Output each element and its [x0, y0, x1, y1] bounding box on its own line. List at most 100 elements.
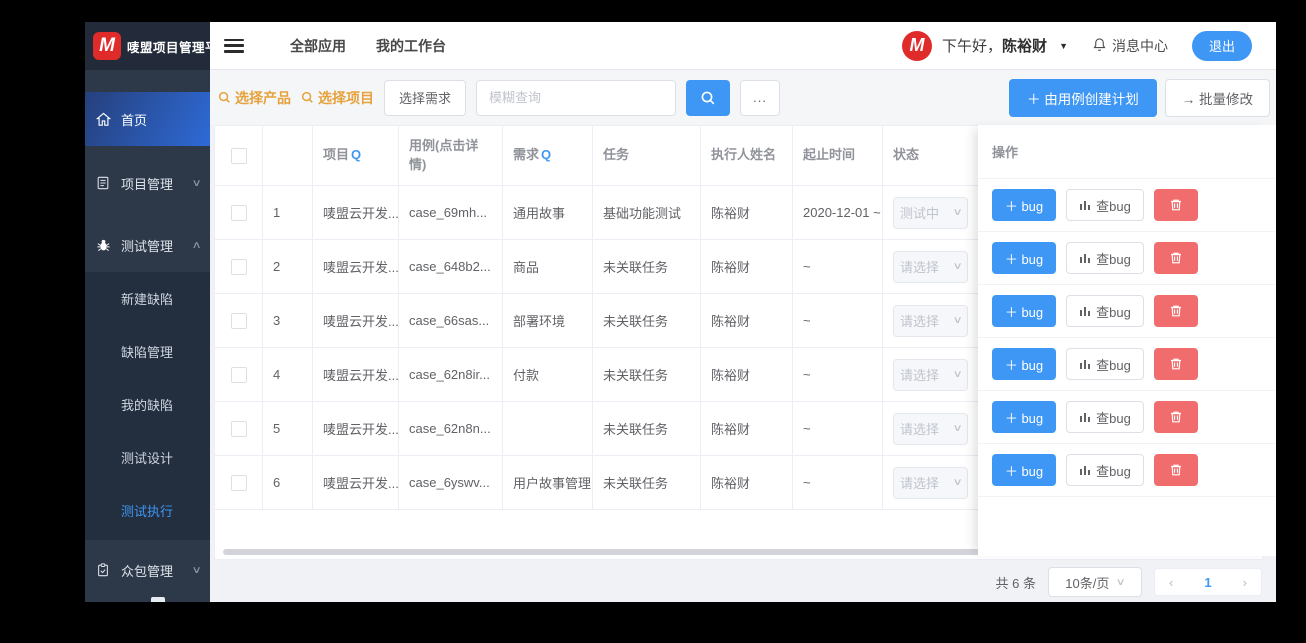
bug-icon — [95, 237, 111, 253]
cell-requirement: 商品 — [503, 240, 593, 293]
current-page-button[interactable]: 1 — [1204, 575, 1211, 590]
chevron-down-icon: ∨ — [952, 315, 963, 326]
view-bug-button[interactable]: 查bug — [1066, 401, 1144, 433]
user-menu-caret-icon[interactable]: ▼ — [1059, 41, 1068, 51]
prev-page-button[interactable]: ‹ — [1169, 575, 1173, 590]
cell-case[interactable]: case_66sas... — [399, 294, 503, 347]
batch-edit-button[interactable]: → 批量修改 — [1164, 78, 1270, 117]
search-button[interactable] — [686, 79, 731, 116]
header-cell-project[interactable]: 项目 Q — [313, 126, 399, 185]
sidebar-item-test-design[interactable]: 测试设计 — [85, 431, 210, 484]
row-checkbox[interactable] — [230, 420, 247, 437]
page-size-select[interactable]: 10条/页 ∨ — [1048, 567, 1142, 597]
nav-all-apps[interactable]: 全部应用 — [290, 36, 346, 56]
cell-case[interactable]: case_6yswv... — [399, 456, 503, 509]
filter-q-icon[interactable]: Q — [351, 146, 361, 164]
view-bug-button[interactable]: 查bug — [1066, 242, 1144, 274]
status-select[interactable]: 请选择 ∨ — [893, 466, 968, 499]
screenshot-stage: M 唛盟项目管理平台 首页 项目管理 ∨ 测试管理 — [0, 0, 1306, 643]
cell-executor: 陈裕财 — [701, 240, 793, 293]
user-greeting[interactable]: 下午好，陈裕财 — [942, 35, 1047, 56]
cell-executor: 陈裕财 — [701, 456, 793, 509]
sidebar-item-new-defect[interactable]: 新建缺陷 — [85, 272, 210, 325]
page-size-label: 10条/页 — [1065, 575, 1110, 591]
status-select[interactable]: 请选择 ∨ — [893, 412, 968, 445]
trash-icon — [1171, 358, 1181, 370]
nav-my-workbench[interactable]: 我的工作台 — [376, 36, 446, 56]
sidebar-item-test-execution[interactable]: 测试执行 — [85, 484, 210, 537]
status-select[interactable]: 请选择 ∨ — [893, 358, 968, 391]
filter-q-icon[interactable]: Q — [541, 146, 551, 164]
select-product-link[interactable]: 选择产品 — [218, 88, 291, 108]
view-bug-button[interactable]: 查bug — [1066, 295, 1144, 327]
bar-chart-icon — [1080, 466, 1091, 475]
cell-case[interactable]: case_648b2... — [399, 240, 503, 293]
chevron-up-icon: ∧ — [191, 239, 202, 251]
logout-button[interactable]: 退出 — [1191, 30, 1252, 61]
cell-case[interactable]: case_69mh... — [399, 186, 503, 239]
add-bug-button[interactable]: ＋ bug — [992, 295, 1056, 327]
chevron-down-icon: ∨ — [952, 477, 963, 488]
fuzzy-search-input[interactable] — [476, 79, 677, 116]
cell-status: 请选择 ∨ — [883, 402, 979, 455]
header-cell-requirement[interactable]: 需求 Q — [503, 126, 593, 185]
sidebar-item-defect-mgmt[interactable]: 缺陷管理 — [85, 325, 210, 378]
select-requirement-button[interactable]: 选择需求 — [384, 79, 467, 116]
cell-task: 未关联任务 — [593, 402, 701, 455]
create-plan-button[interactable]: ＋ 由用例创建计划 — [1008, 78, 1157, 117]
hamburger-menu-icon[interactable] — [224, 38, 244, 53]
operations-row: ＋ bug 查bug — [978, 179, 1276, 232]
top-nav: 全部应用 我的工作台 — [290, 36, 446, 56]
add-bug-button[interactable]: ＋ bug — [992, 242, 1056, 274]
row-checkbox[interactable] — [230, 474, 247, 491]
avatar[interactable]: M — [902, 30, 933, 61]
add-bug-button[interactable]: ＋ bug — [992, 401, 1056, 433]
cell-dates: ~ — [793, 402, 883, 455]
chevron-down-icon: ∨ — [952, 369, 963, 380]
row-checkbox[interactable] — [230, 366, 247, 383]
view-bug-button[interactable]: 查bug — [1066, 189, 1144, 221]
row-checkbox[interactable] — [230, 204, 247, 221]
sidebar-item-my-defects[interactable]: 我的缺陷 — [85, 378, 210, 431]
row-checkbox[interactable] — [230, 312, 247, 329]
delete-button[interactable] — [1154, 454, 1198, 486]
delete-button[interactable] — [1154, 189, 1198, 221]
status-select[interactable]: 测试中 ∨ — [893, 196, 968, 229]
cell-project: 唛盟云开发... — [313, 294, 399, 347]
sidebar-item-label: 测试管理 — [121, 238, 174, 254]
cell-case[interactable]: case_62n8ir... — [399, 348, 503, 401]
add-bug-button[interactable]: ＋ bug — [992, 348, 1056, 380]
cell-status: 测试中 ∨ — [883, 186, 979, 239]
view-bug-button[interactable]: 查bug — [1066, 348, 1144, 380]
operations-body: ＋ bug 查bug ＋ bug 查bug ＋ bug 查bug ＋ bug 查… — [978, 179, 1276, 497]
trash-icon — [1171, 411, 1181, 423]
sidebar-item-crowdsourcing[interactable]: 众包管理 ∨ — [85, 543, 210, 597]
header-cell-index — [263, 126, 313, 185]
sidebar-item-project-mgmt[interactable]: 项目管理 ∨ — [85, 156, 210, 210]
add-bug-button[interactable]: ＋ bug — [992, 189, 1056, 221]
home-icon — [95, 111, 111, 127]
next-page-button[interactable]: › — [1243, 575, 1247, 590]
chevron-down-icon: ∨ — [191, 177, 202, 189]
row-checkbox[interactable] — [230, 258, 247, 275]
more-filters-button[interactable]: ... — [740, 79, 781, 116]
add-bug-button[interactable]: ＋ bug — [992, 454, 1056, 486]
sidebar-item-home[interactable]: 首页 — [85, 92, 210, 146]
logo-icon: M — [93, 32, 121, 60]
cell-case[interactable]: case_62n8n... — [399, 402, 503, 455]
select-all-checkbox[interactable] — [230, 147, 247, 164]
operations-row: ＋ bug 查bug — [978, 444, 1276, 497]
status-select[interactable]: 请选择 ∨ — [893, 304, 968, 337]
sidebar-item-test-mgmt[interactable]: 测试管理 ∧ — [85, 218, 210, 272]
status-select[interactable]: 请选择 ∨ — [893, 250, 968, 283]
chevron-down-icon: ∨ — [952, 207, 963, 218]
delete-button[interactable] — [1154, 242, 1198, 274]
delete-button[interactable] — [1154, 401, 1198, 433]
view-bug-button[interactable]: 查bug — [1066, 454, 1144, 486]
delete-button[interactable] — [1154, 348, 1198, 380]
select-project-link[interactable]: 选择项目 — [301, 88, 374, 108]
cell-status: 请选择 ∨ — [883, 240, 979, 293]
message-center[interactable]: 消息中心 — [1092, 36, 1168, 56]
delete-button[interactable] — [1154, 295, 1198, 327]
cell-index: 4 — [263, 348, 313, 401]
